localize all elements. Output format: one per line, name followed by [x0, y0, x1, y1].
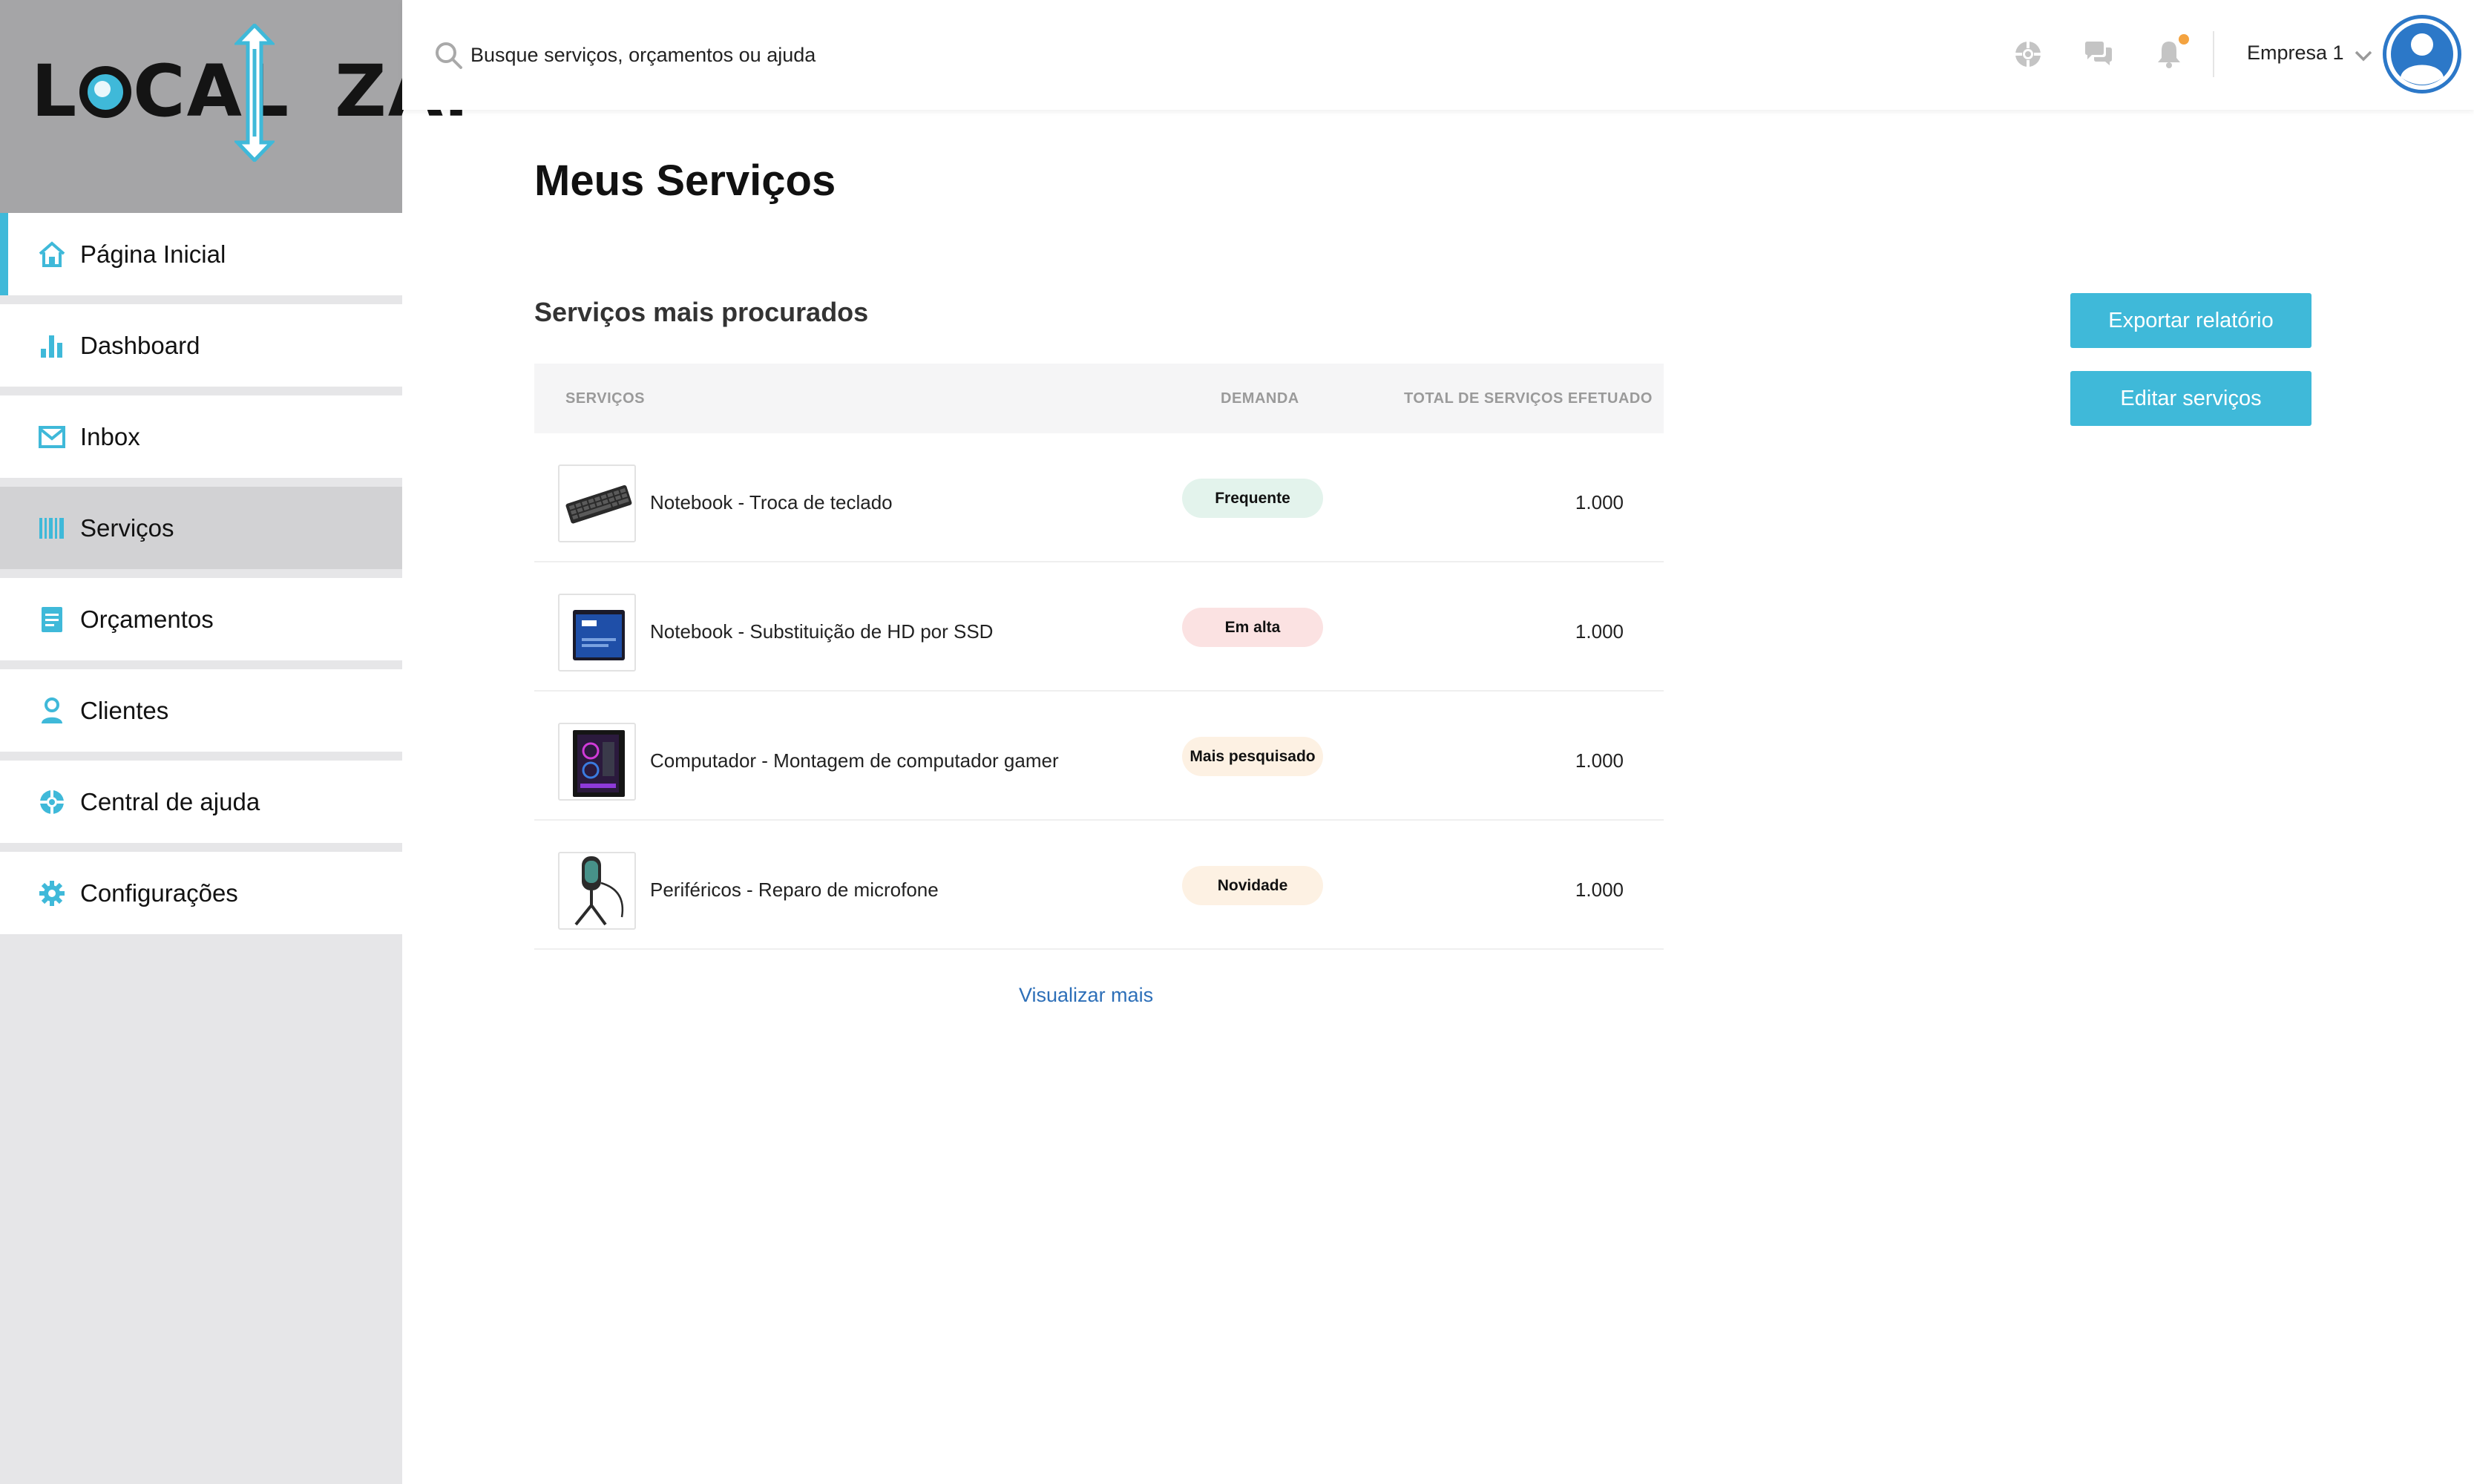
table-row[interactable]: Notebook - Troca de teclado Frequente 1.… [534, 433, 1664, 562]
export-report-button[interactable]: Exportar relatório [2070, 293, 2311, 348]
keyboard-image [558, 464, 636, 542]
total-value: 1.000 [1575, 620, 1624, 643]
divider [2213, 31, 2214, 77]
top-bar: Empresa 1 [402, 0, 2474, 110]
sidebar-item-label: Clientes [80, 696, 169, 724]
sidebar-item-inbox[interactable]: Inbox [0, 395, 402, 478]
sidebar-item-label: Serviços [80, 513, 174, 542]
document-icon [37, 605, 67, 634]
company-selector[interactable]: Empresa 1 [2247, 42, 2344, 65]
sidebar-item-label: Orçamentos [80, 605, 214, 633]
sidebar-item-label: Configurações [80, 879, 238, 907]
total-value: 1.000 [1575, 879, 1624, 901]
sidebar: LCALZAi Página Inicial Dashboard Inbox [0, 0, 468, 1484]
avatar[interactable] [2383, 15, 2461, 93]
lifebuoy-icon [37, 787, 67, 817]
view-more-link[interactable]: Visualizar mais [1019, 984, 1153, 1007]
sidebar-item-central-de-ajuda[interactable]: Central de ajuda [0, 761, 402, 843]
home-icon [37, 240, 67, 269]
table-row[interactable]: Computador - Montagem de computador game… [534, 692, 1664, 821]
demand-badge: Em alta [1182, 608, 1323, 647]
column-header-total[interactable]: TOTAL DE SERVIÇOS EFETUADO [1404, 390, 1653, 407]
ssd-image [558, 594, 636, 672]
sidebar-item-label: Página Inicial [80, 240, 226, 268]
demand-badge: Frequente [1182, 479, 1323, 518]
sidebar-item-dashboard[interactable]: Dashboard [0, 304, 402, 387]
demand-badge: Mais pesquisado [1182, 737, 1323, 776]
sidebar-item-orcamentos[interactable]: Orçamentos [0, 578, 402, 660]
table-header: SERVIÇOS DEMANDA TOTAL DE SERVIÇOS EFETU… [534, 364, 1664, 433]
globe-icon [79, 66, 132, 118]
sidebar-item-configuracoes[interactable]: Configurações [0, 852, 402, 934]
user-icon [37, 696, 67, 726]
barcode-icon [37, 513, 67, 543]
user-avatar-icon [2386, 19, 2458, 90]
page-title: Meus Serviços [534, 157, 836, 205]
notification-dot [2179, 34, 2189, 45]
column-header-demand[interactable]: DEMANDA [1221, 390, 1299, 407]
bar-chart-icon [37, 331, 67, 361]
service-name: Notebook - Substituição de HD por SSD [650, 620, 994, 643]
total-value: 1.000 [1575, 749, 1624, 772]
help-icon[interactable] [2012, 39, 2044, 70]
table-row[interactable]: Periféricos - Reparo de microfone Novida… [534, 821, 1664, 950]
edit-services-button[interactable]: Editar serviços [2070, 371, 2311, 426]
search-input[interactable] [470, 37, 1138, 73]
demand-badge: Novidade [1182, 866, 1323, 905]
sidebar-item-pagina-inicial[interactable]: Página Inicial [0, 213, 402, 295]
total-value: 1.000 [1575, 491, 1624, 513]
service-name: Periféricos - Reparo de microfone [650, 879, 939, 901]
section-title: Serviços mais procurados [534, 297, 869, 327]
search-icon [436, 42, 462, 69]
arrow-up-down-icon [234, 24, 275, 162]
column-header-services[interactable]: SERVIÇOS [565, 390, 645, 407]
chat-icon[interactable] [2083, 39, 2114, 70]
gear-icon [37, 879, 67, 908]
service-name: Computador - Montagem de computador game… [650, 749, 1059, 772]
chevron-down-icon[interactable] [2351, 43, 2376, 68]
gamer-pc-image [558, 723, 636, 801]
microphone-image [558, 852, 636, 930]
sidebar-item-label: Inbox [80, 422, 140, 450]
sidebar-item-label: Dashboard [80, 331, 200, 359]
sidebar-item-clientes[interactable]: Clientes [0, 669, 402, 752]
service-name: Notebook - Troca de teclado [650, 491, 893, 513]
logo[interactable]: LCALZAi [0, 0, 468, 213]
sidebar-item-label: Central de ajuda [80, 787, 260, 815]
table-row[interactable]: Notebook - Substituição de HD por SSD Em… [534, 562, 1664, 692]
mail-icon [37, 422, 67, 452]
sidebar-item-servicos[interactable]: Serviços [0, 487, 402, 569]
